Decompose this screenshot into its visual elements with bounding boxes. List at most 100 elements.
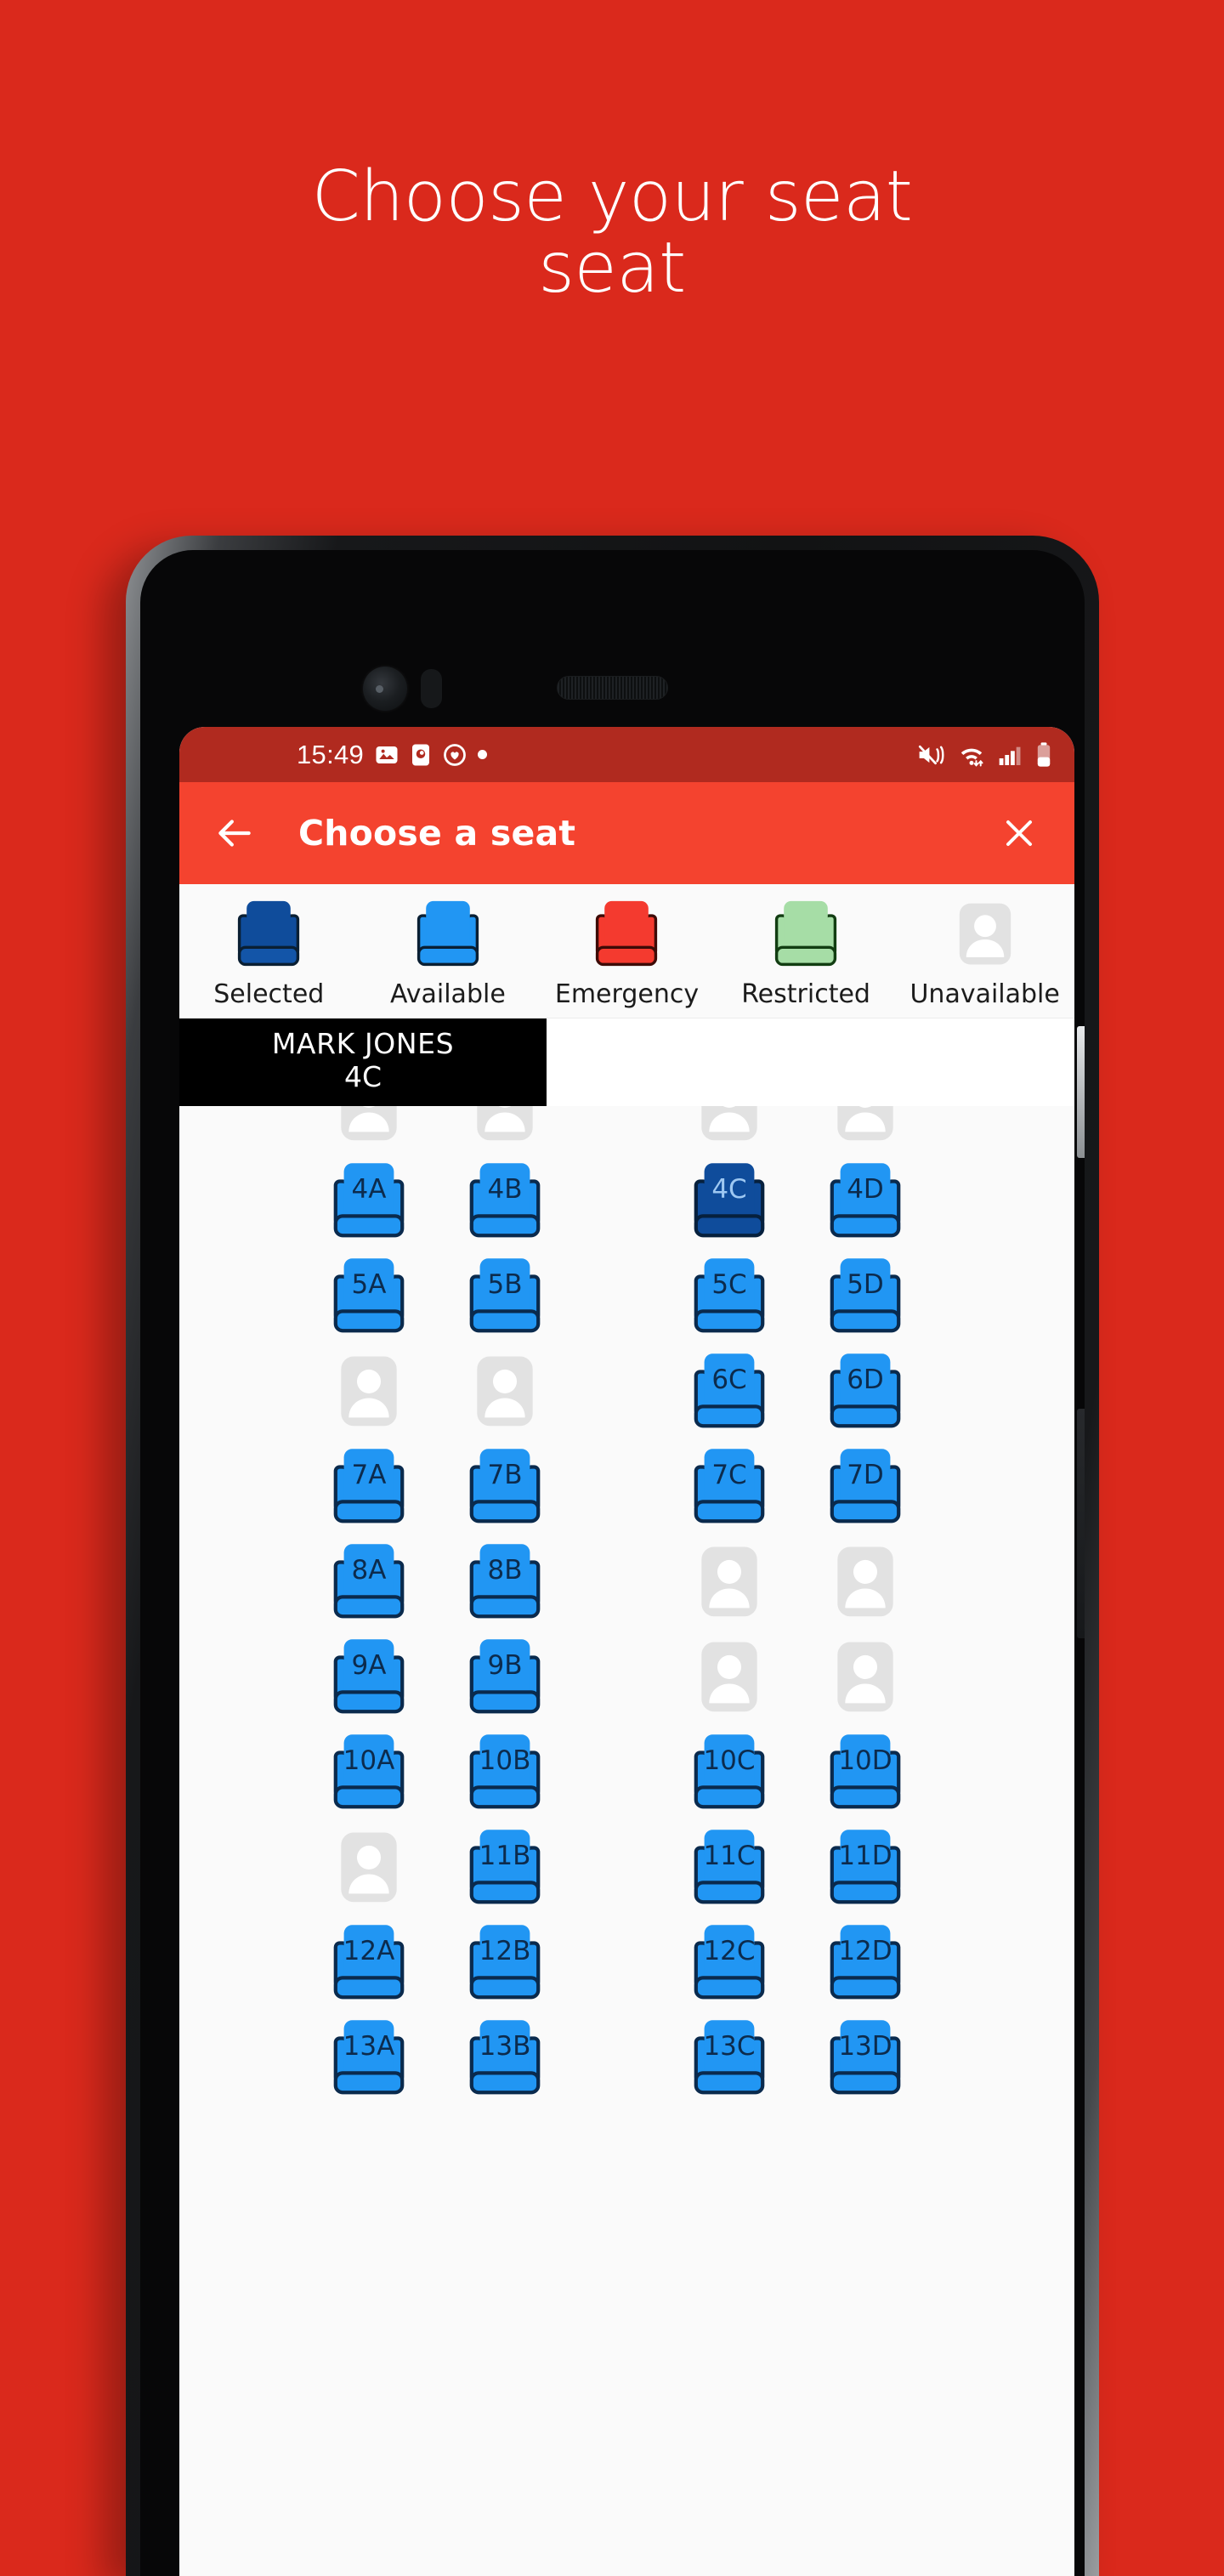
seat-10A[interactable]: 10A <box>327 1728 411 1819</box>
seat-5A[interactable]: 5A <box>327 1252 411 1342</box>
seat-available-icon <box>333 1925 405 2000</box>
seat-unavailable-icon <box>701 1642 757 1712</box>
legend-item-selected: Selected <box>179 896 359 1009</box>
seat-9C[interactable] <box>688 1633 771 1723</box>
seat-7D[interactable]: 7D <box>824 1443 907 1533</box>
seat-available-icon <box>469 1734 541 1809</box>
phone-bezel: 15:49 Choose a seat Selected Available E… <box>140 550 1085 2576</box>
seat-7A[interactable]: 7A <box>327 1443 411 1533</box>
seat-10C[interactable]: 10C <box>688 1728 771 1819</box>
seat-available-icon <box>694 1830 765 1904</box>
volume-button[interactable] <box>1077 1409 1085 1638</box>
seat-6A[interactable] <box>327 1348 411 1438</box>
front-camera-icon <box>363 667 407 711</box>
back-button[interactable] <box>208 807 261 860</box>
seat-7C[interactable]: 7C <box>688 1443 771 1533</box>
seat-13C[interactable]: 13C <box>688 2014 771 2104</box>
passenger-tab-empty <box>547 1018 1074 1106</box>
seat-11C[interactable]: 11C <box>688 1824 771 1914</box>
seat-4D[interactable]: 4D <box>824 1157 907 1247</box>
legend-item-restricted: Restricted <box>717 896 896 1009</box>
close-button[interactable] <box>993 807 1046 860</box>
seat-6C[interactable]: 6C <box>688 1348 771 1438</box>
seat-3D[interactable] <box>824 1105 907 1152</box>
arrow-left-icon <box>218 820 251 847</box>
seat-12C[interactable]: 12C <box>688 1919 771 2009</box>
seat-8A[interactable]: 8A <box>327 1538 411 1628</box>
page-title: Choose a seat <box>298 813 576 854</box>
seat-3A[interactable] <box>327 1105 411 1152</box>
seat-13D[interactable]: 13D <box>824 2014 907 2104</box>
phone-device-frame: 15:49 Choose a seat Selected Available E… <box>126 536 1099 2576</box>
seat-row-9: 9A 9B <box>179 1633 1074 1723</box>
seat-available-icon <box>830 1258 901 1333</box>
seat-available-icon <box>694 1925 765 2000</box>
seat-unavailable-icon <box>837 1642 893 1712</box>
heart-circle-icon <box>444 743 466 766</box>
seat-available-icon <box>333 1449 405 1523</box>
seat-5B[interactable]: 5B <box>463 1252 547 1342</box>
legend-item-available: Available <box>359 896 538 1009</box>
seat-available-icon <box>469 1258 541 1333</box>
seat-10D[interactable]: 10D <box>824 1728 907 1819</box>
legend-item-emergency: Emergency <box>537 896 717 1009</box>
seat-row-13: 13A 13B 13C 13D <box>179 2014 1074 2104</box>
seat-6B[interactable] <box>463 1348 547 1438</box>
seat-11D[interactable]: 11D <box>824 1824 907 1914</box>
power-button[interactable] <box>1077 1026 1085 1158</box>
seat-available-icon <box>694 1353 765 1428</box>
seat-3B[interactable] <box>463 1105 547 1152</box>
seat-available-icon <box>694 1734 765 1809</box>
seat-13A[interactable]: 13A <box>327 2014 411 2104</box>
promo-heading: Choose your seat seat <box>0 156 1224 309</box>
legend-item-unavailable: Unavailable <box>895 896 1074 1009</box>
seat-available-icon <box>469 1163 541 1238</box>
seat-8D[interactable] <box>824 1538 907 1628</box>
seat-9D[interactable] <box>824 1633 907 1723</box>
seat-3C[interactable] <box>688 1105 771 1152</box>
seat-available-icon <box>830 1353 901 1428</box>
seat-5C[interactable]: 5C <box>688 1252 771 1342</box>
legend-label: Selected <box>213 979 325 1009</box>
seat-5D[interactable]: 5D <box>824 1252 907 1342</box>
seat-12B[interactable]: 12B <box>463 1919 547 2009</box>
photo-icon <box>376 746 398 763</box>
seat-row-11: 11B 11C 11D <box>179 1824 1074 1914</box>
seat-13B[interactable]: 13B <box>463 2014 547 2104</box>
seat-row-8: 8A 8B <box>179 1538 1074 1628</box>
seat-9B[interactable]: 9B <box>463 1633 547 1723</box>
seat-7B[interactable]: 7B <box>463 1443 547 1533</box>
seat-map[interactable]: A B C D 4A 4B 4C 4D 5A 5B 5C 5D 6C 6D 7A 7B 7C 7D 8A 8B… <box>179 1105 1074 2576</box>
seat-9A[interactable]: 9A <box>327 1633 411 1723</box>
seat-11B[interactable]: 11B <box>463 1824 547 1914</box>
seat-8B[interactable]: 8B <box>463 1538 547 1628</box>
seat-row-5: 5A 5B 5C 5D <box>179 1252 1074 1342</box>
passenger-tab-mark-jones[interactable]: MARK JONES 4C <box>179 1018 547 1106</box>
seat-12D[interactable]: 12D <box>824 1919 907 2009</box>
seat-6D[interactable]: 6D <box>824 1348 907 1438</box>
promo-heading-line-2: seat <box>538 228 686 309</box>
legend-label: Unavailable <box>910 979 1060 1009</box>
seat-4C[interactable]: 4C <box>688 1157 771 1247</box>
dot-icon <box>478 750 488 759</box>
seat-unavailable-icon <box>477 1356 533 1427</box>
seat-12A[interactable]: 12A <box>327 1919 411 2009</box>
seat-8C[interactable] <box>688 1538 771 1628</box>
seat-available-icon <box>694 1258 765 1333</box>
seat-restricted-icon <box>774 900 837 967</box>
seat-10B[interactable]: 10B <box>463 1728 547 1819</box>
seat-selected-icon <box>238 900 300 967</box>
wifi-icon <box>960 748 983 767</box>
seat-available-icon <box>694 2020 765 2095</box>
seat-4B[interactable]: 4B <box>463 1157 547 1247</box>
passenger-tab-bar: MARK JONES 4C <box>179 1018 1074 1106</box>
seat-4A[interactable]: 4A <box>327 1157 411 1247</box>
seat-map-column-headers: A B C D <box>179 1106 1074 1121</box>
seat-available-icon <box>333 1639 405 1714</box>
seat-available-icon <box>333 1163 405 1238</box>
seat-unavailable-icon <box>341 1832 397 1903</box>
seat-unavailable-icon <box>701 1105 757 1141</box>
seat-11A[interactable] <box>327 1824 411 1914</box>
promo-heading-line-1: Choose your seat <box>311 156 913 237</box>
seat-available-icon <box>469 2020 541 2095</box>
